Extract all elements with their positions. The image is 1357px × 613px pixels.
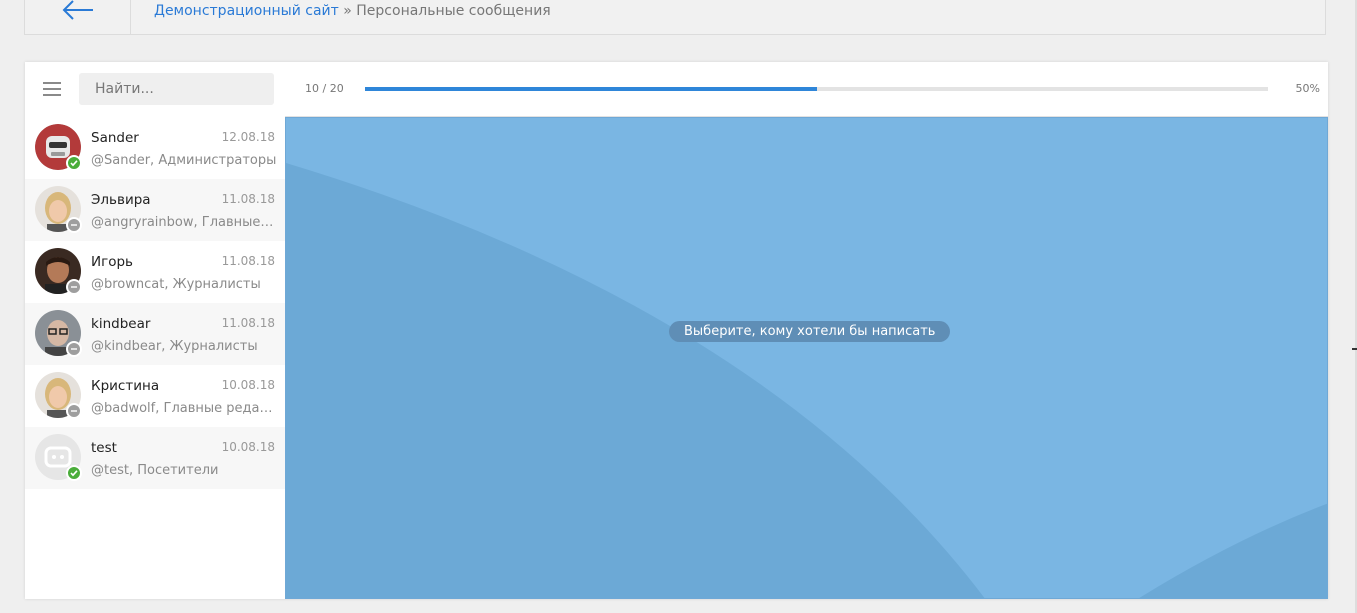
chat-main: 10 / 20 50% Выберите, кому хотели бы нап… (285, 62, 1328, 599)
conversation-item[interactable]: Игорь 11.08.18 @browncat, Журналисты (25, 241, 285, 303)
edge-marker (1352, 348, 1357, 350)
conversation-subtitle: @test, Посетители (91, 463, 219, 478)
sidebar-header (25, 62, 285, 117)
conversation-subtitle: @kindbear, Журналисты (91, 339, 258, 354)
breadcrumb-separator: » (343, 3, 352, 19)
conversation-date: 11.08.18 (221, 316, 275, 330)
breadcrumb: Демонстрационный сайт » Персональные соо… (154, 3, 551, 19)
conversation-date: 11.08.18 (221, 254, 275, 268)
back-button[interactable] (25, 0, 131, 34)
conversation-item[interactable]: kindbear 11.08.18 @kindbear, Журналисты (25, 303, 285, 365)
arrow-left-icon (62, 0, 93, 20)
breadcrumb-site-link[interactable]: Демонстрационный сайт (154, 3, 339, 19)
conversation-date: 10.08.18 (221, 378, 275, 392)
online-status-icon (66, 465, 82, 481)
conversation-item[interactable]: Sander 12.08.18 @Sander, Администраторы (25, 117, 285, 179)
progress-count: 10 / 20 (305, 82, 344, 95)
conversation-date: 11.08.18 (221, 192, 275, 206)
conversation-subtitle: @badwolf, Главные редакторы (91, 401, 277, 416)
conversation-subtitle: @angryrainbow, Главные редакторы (91, 215, 277, 230)
away-status-icon (66, 217, 82, 233)
conversation-name: Эльвира (91, 192, 151, 208)
conversation-name: test (91, 440, 117, 456)
conversation-name: Игорь (91, 254, 133, 270)
conversation-name: Кристина (91, 378, 160, 394)
conversation-date: 12.08.18 (221, 130, 275, 144)
conversation-sidebar: Sander 12.08.18 @Sander, Администраторы Эль… (25, 62, 285, 599)
breadcrumb-current-page: Персональные сообщения (356, 3, 551, 19)
progress-track (365, 87, 1268, 91)
progress-row: 10 / 20 50% (285, 62, 1328, 117)
messenger-panel: Sander 12.08.18 @Sander, Администраторы Эль… (25, 62, 1328, 599)
select-recipient-hint: Выберите, кому хотели бы написать (669, 321, 951, 342)
online-status-icon (66, 155, 82, 171)
conversation-subtitle: @Sander, Администраторы (91, 153, 277, 168)
away-status-icon (66, 341, 82, 357)
conversation-item[interactable]: Кристина 10.08.18 @badwolf, Главные редакт… (25, 365, 285, 427)
conversation-name: Sander (91, 130, 139, 146)
conversation-item[interactable]: Эльвира 11.08.18 @angryrainbow, Главные ре… (25, 179, 285, 241)
conversation-subtitle: @browncat, Журналисты (91, 277, 261, 292)
conversation-item[interactable]: test 10.08.18 @test, Посетители (25, 427, 285, 489)
menu-icon[interactable] (43, 82, 61, 96)
away-status-icon (66, 279, 82, 295)
away-status-icon (66, 403, 82, 419)
search-input[interactable] (79, 73, 274, 105)
progress-percent: 50% (1295, 82, 1320, 95)
progress-fill (365, 87, 817, 91)
chat-background: Выберите, кому хотели бы написать (285, 117, 1328, 599)
conversation-date: 10.08.18 (221, 440, 275, 454)
conversation-list: Sander 12.08.18 @Sander, Администраторы Эль… (25, 117, 285, 489)
background-waves (286, 163, 1327, 598)
conversation-name: kindbear (91, 316, 151, 332)
top-bar: Демонстрационный сайт » Персональные соо… (24, 0, 1326, 35)
